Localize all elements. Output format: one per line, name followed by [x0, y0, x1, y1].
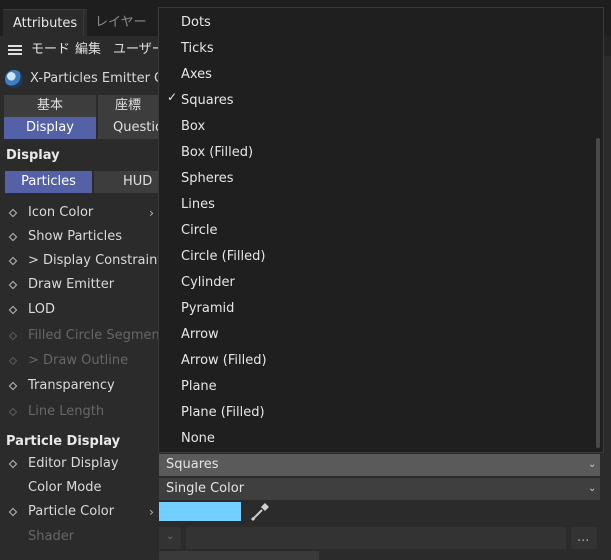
- prop-icon-color: Icon Color: [28, 205, 94, 220]
- keyframe-diamond-icon[interactable]: [8, 280, 18, 290]
- popup-scrollbar[interactable]: [596, 138, 600, 448]
- prop-particle-color: Particle Color: [28, 504, 115, 519]
- keyframe-diamond-icon[interactable]: [8, 256, 18, 266]
- section-particle-display-title: Particle Display: [6, 434, 121, 449]
- menu-item-squares[interactable]: Squares: [181, 88, 234, 114]
- subtab-hud[interactable]: HUD: [94, 171, 158, 193]
- keyframe-diamond-icon: [8, 331, 18, 341]
- menu-item-axes[interactable]: Axes: [181, 62, 212, 88]
- tab-layers[interactable]: レイヤー: [85, 9, 157, 36]
- keyframe-diamond-icon[interactable]: [8, 208, 18, 218]
- prop-draw-outline: > Draw Outline: [28, 353, 129, 368]
- prop-editor-display: Editor Display: [28, 456, 119, 471]
- eyedropper-icon[interactable]: [249, 501, 271, 523]
- prop-draw-emitter: Draw Emitter: [28, 277, 115, 292]
- tab-separator: [83, 9, 84, 36]
- menu-item-cylinder[interactable]: Cylinder: [181, 270, 235, 296]
- menu-edit[interactable]: 編集: [75, 38, 101, 62]
- keyframe-diamond-icon[interactable]: [8, 305, 18, 315]
- prop-show-particles: Show Particles: [28, 229, 123, 244]
- menu-item-spheres[interactable]: Spheres: [181, 166, 234, 192]
- menu-item-lines[interactable]: Lines: [181, 192, 215, 218]
- keyframe-diamond-icon[interactable]: [8, 507, 18, 517]
- next-row-field: [159, 551, 319, 560]
- shader-browse-button[interactable]: ...: [571, 527, 597, 549]
- prop-transparency: Transparency: [28, 378, 115, 393]
- menu-item-circle-filled[interactable]: Circle (Filled): [181, 244, 265, 270]
- prop-line-length: Line Length: [28, 404, 105, 419]
- menu-item-arrow[interactable]: Arrow: [181, 322, 219, 348]
- menu-item-circle[interactable]: Circle: [181, 218, 218, 244]
- menu-item-pyramid[interactable]: Pyramid: [181, 296, 234, 322]
- shader-field[interactable]: [186, 527, 566, 549]
- chevron-down-icon[interactable]: ⌄: [588, 483, 596, 494]
- chevron-down-icon[interactable]: ⌄: [588, 459, 596, 470]
- editor-display-dropdown[interactable]: Squares: [159, 454, 600, 476]
- object-title: X-Particles Emitter Obj: [30, 71, 177, 86]
- section-display-title: Display: [6, 148, 60, 163]
- chevron-down-icon[interactable]: ⌄: [166, 531, 174, 542]
- tab-questions[interactable]: Questio: [98, 117, 163, 139]
- menu-item-dots[interactable]: Dots: [181, 10, 211, 36]
- tab-basic[interactable]: 基本: [4, 95, 96, 117]
- color-mode-dropdown[interactable]: Single Color: [159, 478, 600, 500]
- menu-item-box-filled[interactable]: Box (Filled): [181, 140, 253, 166]
- xparticles-emitter-icon: [5, 70, 23, 88]
- keyframe-diamond-icon[interactable]: [8, 232, 18, 242]
- keyframe-diamond-icon[interactable]: [8, 459, 18, 469]
- menu-item-arrow-filled[interactable]: Arrow (Filled): [181, 348, 267, 374]
- tab-coordinates[interactable]: 座標: [98, 95, 158, 117]
- chevron-right-icon[interactable]: ›: [149, 203, 154, 223]
- keyframe-diamond-icon: [8, 356, 18, 366]
- tab-display[interactable]: Display: [4, 117, 96, 139]
- particle-color-swatch[interactable]: [159, 502, 241, 521]
- menu-item-plane-filled[interactable]: Plane (Filled): [181, 400, 265, 426]
- subtab-particles[interactable]: Particles: [5, 171, 92, 193]
- chevron-right-icon[interactable]: ›: [149, 502, 154, 522]
- editor-display-popup-menu: Dots Ticks Axes ✓ Squares Box Box (Fille…: [158, 7, 604, 453]
- menu-item-box[interactable]: Box: [181, 114, 205, 140]
- prop-shader: Shader: [28, 529, 75, 544]
- checkmark-icon: ✓: [167, 90, 178, 104]
- prop-filled-circle-segments: Filled Circle Segments: [28, 328, 172, 343]
- keyframe-diamond-icon: [8, 407, 18, 417]
- prop-color-mode: Color Mode: [28, 480, 102, 495]
- keyframe-diamond-icon[interactable]: [8, 381, 18, 391]
- menu-mode[interactable]: モード: [31, 38, 70, 62]
- menu-item-plane[interactable]: Plane: [181, 374, 217, 400]
- menu-item-ticks[interactable]: Ticks: [181, 36, 214, 62]
- prop-lod: LOD: [28, 302, 56, 317]
- menu-item-none[interactable]: None: [181, 426, 215, 452]
- tab-attributes[interactable]: Attributes: [3, 9, 88, 37]
- prop-display-constraints[interactable]: > Display Constraints: [28, 251, 169, 271]
- hamburger-menu-icon[interactable]: [8, 45, 22, 55]
